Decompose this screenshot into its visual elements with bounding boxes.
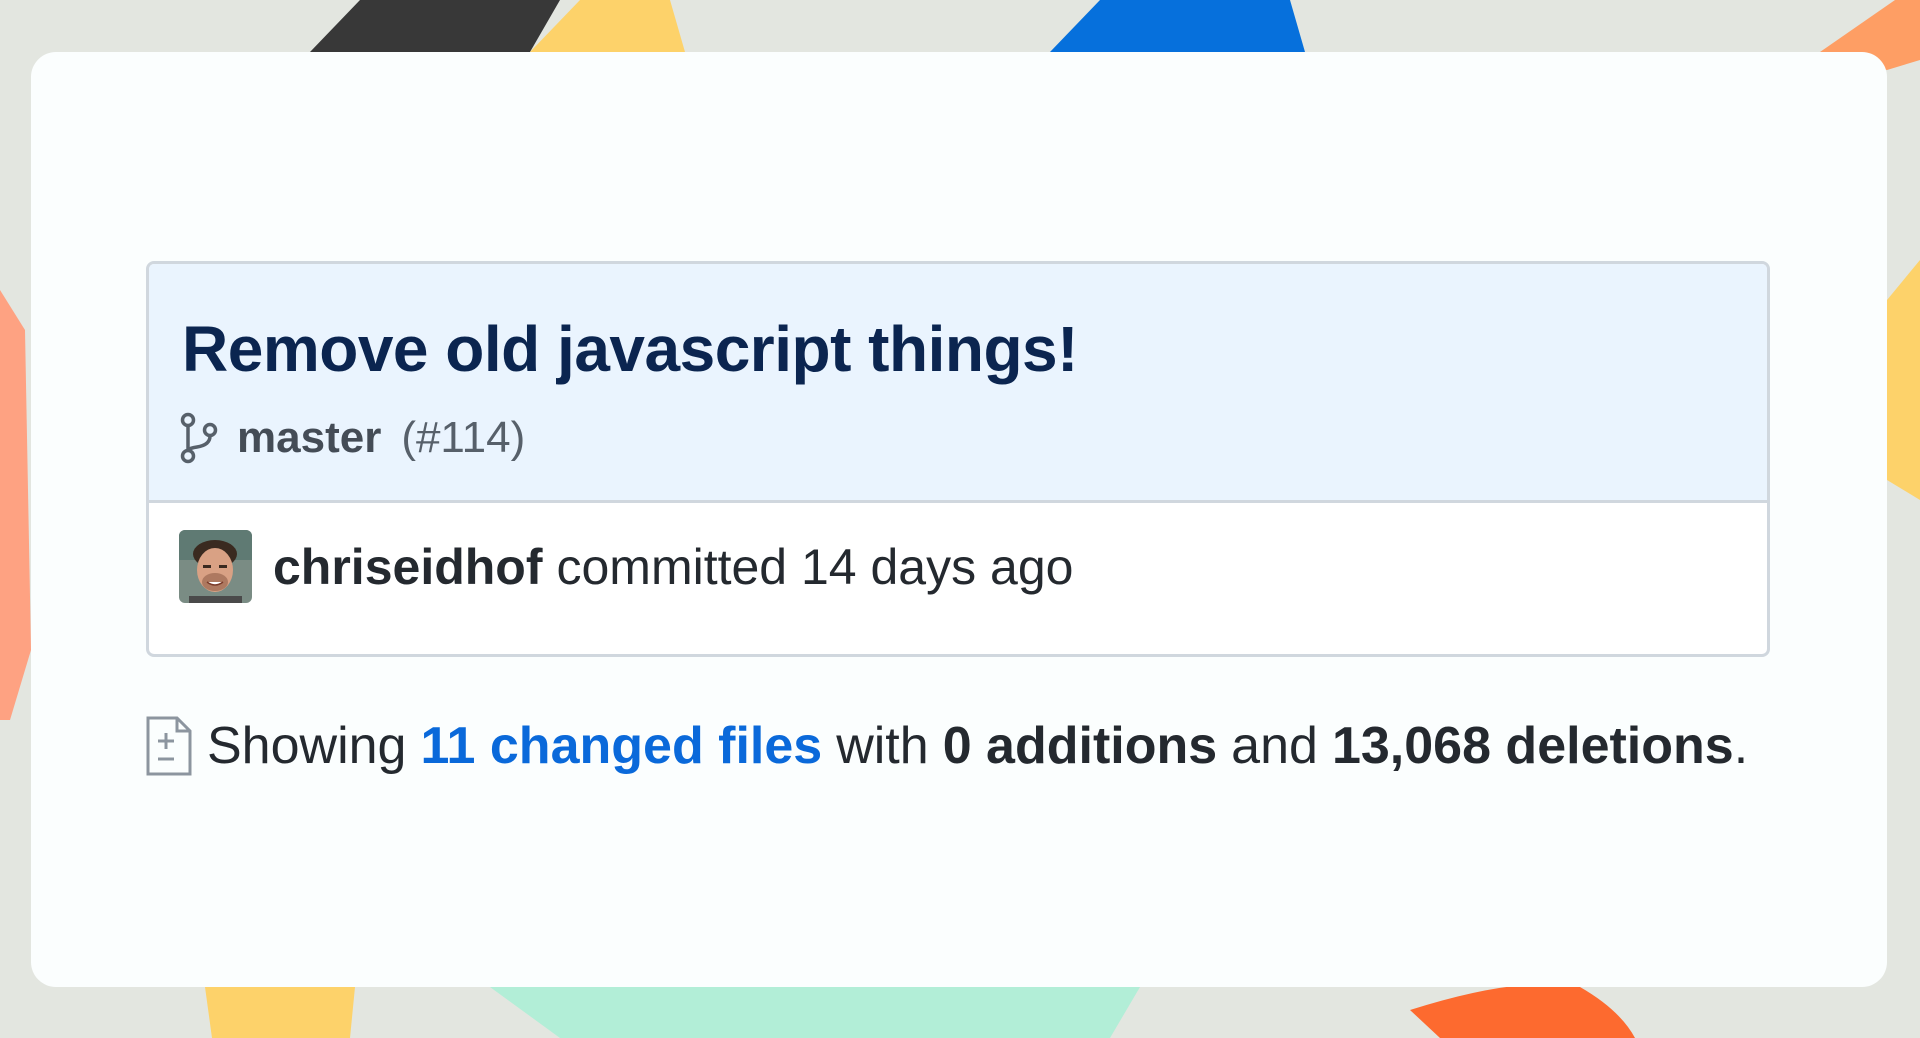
yellow-shape-right [1887,260,1920,500]
diff-summary: Showing 11 changed files with 0 addition… [145,715,1748,777]
commit-author[interactable]: chriseidhof [273,538,542,596]
deletions-count: 13,068 deletions [1331,717,1734,775]
summary-with: with [836,717,929,775]
changed-files-link[interactable]: 11 changed files [420,716,822,776]
pull-request-number[interactable]: (#114) [401,413,525,463]
avatar[interactable] [179,530,252,603]
commit-box: Remove old javascript things! master (#1… [146,261,1770,657]
branch-name[interactable]: master [237,413,381,463]
summary-and: and [1231,717,1318,775]
salmon-shape-left [0,290,31,720]
file-diff-icon [145,715,193,777]
git-branch-icon [179,411,219,465]
summary-showing: Showing [207,717,407,775]
yellow-shape-bottom [205,987,355,1038]
additions-count: 0 additions [942,717,1218,775]
commit-title: Remove old javascript things! [182,313,1078,385]
mint-shape-bottom [490,987,1140,1038]
commit-header: Remove old javascript things! master (#1… [149,264,1767,503]
commit-time: committed 14 days ago [556,538,1074,595]
commit-meta: chriseidhof committed 14 days ago [179,530,1073,603]
summary-period: . [1733,717,1749,775]
blue-shape-top [1050,0,1305,52]
orange-shape-bottom [1410,983,1635,1038]
dark-shape [310,0,560,52]
branch-row: master (#114) [179,411,525,465]
